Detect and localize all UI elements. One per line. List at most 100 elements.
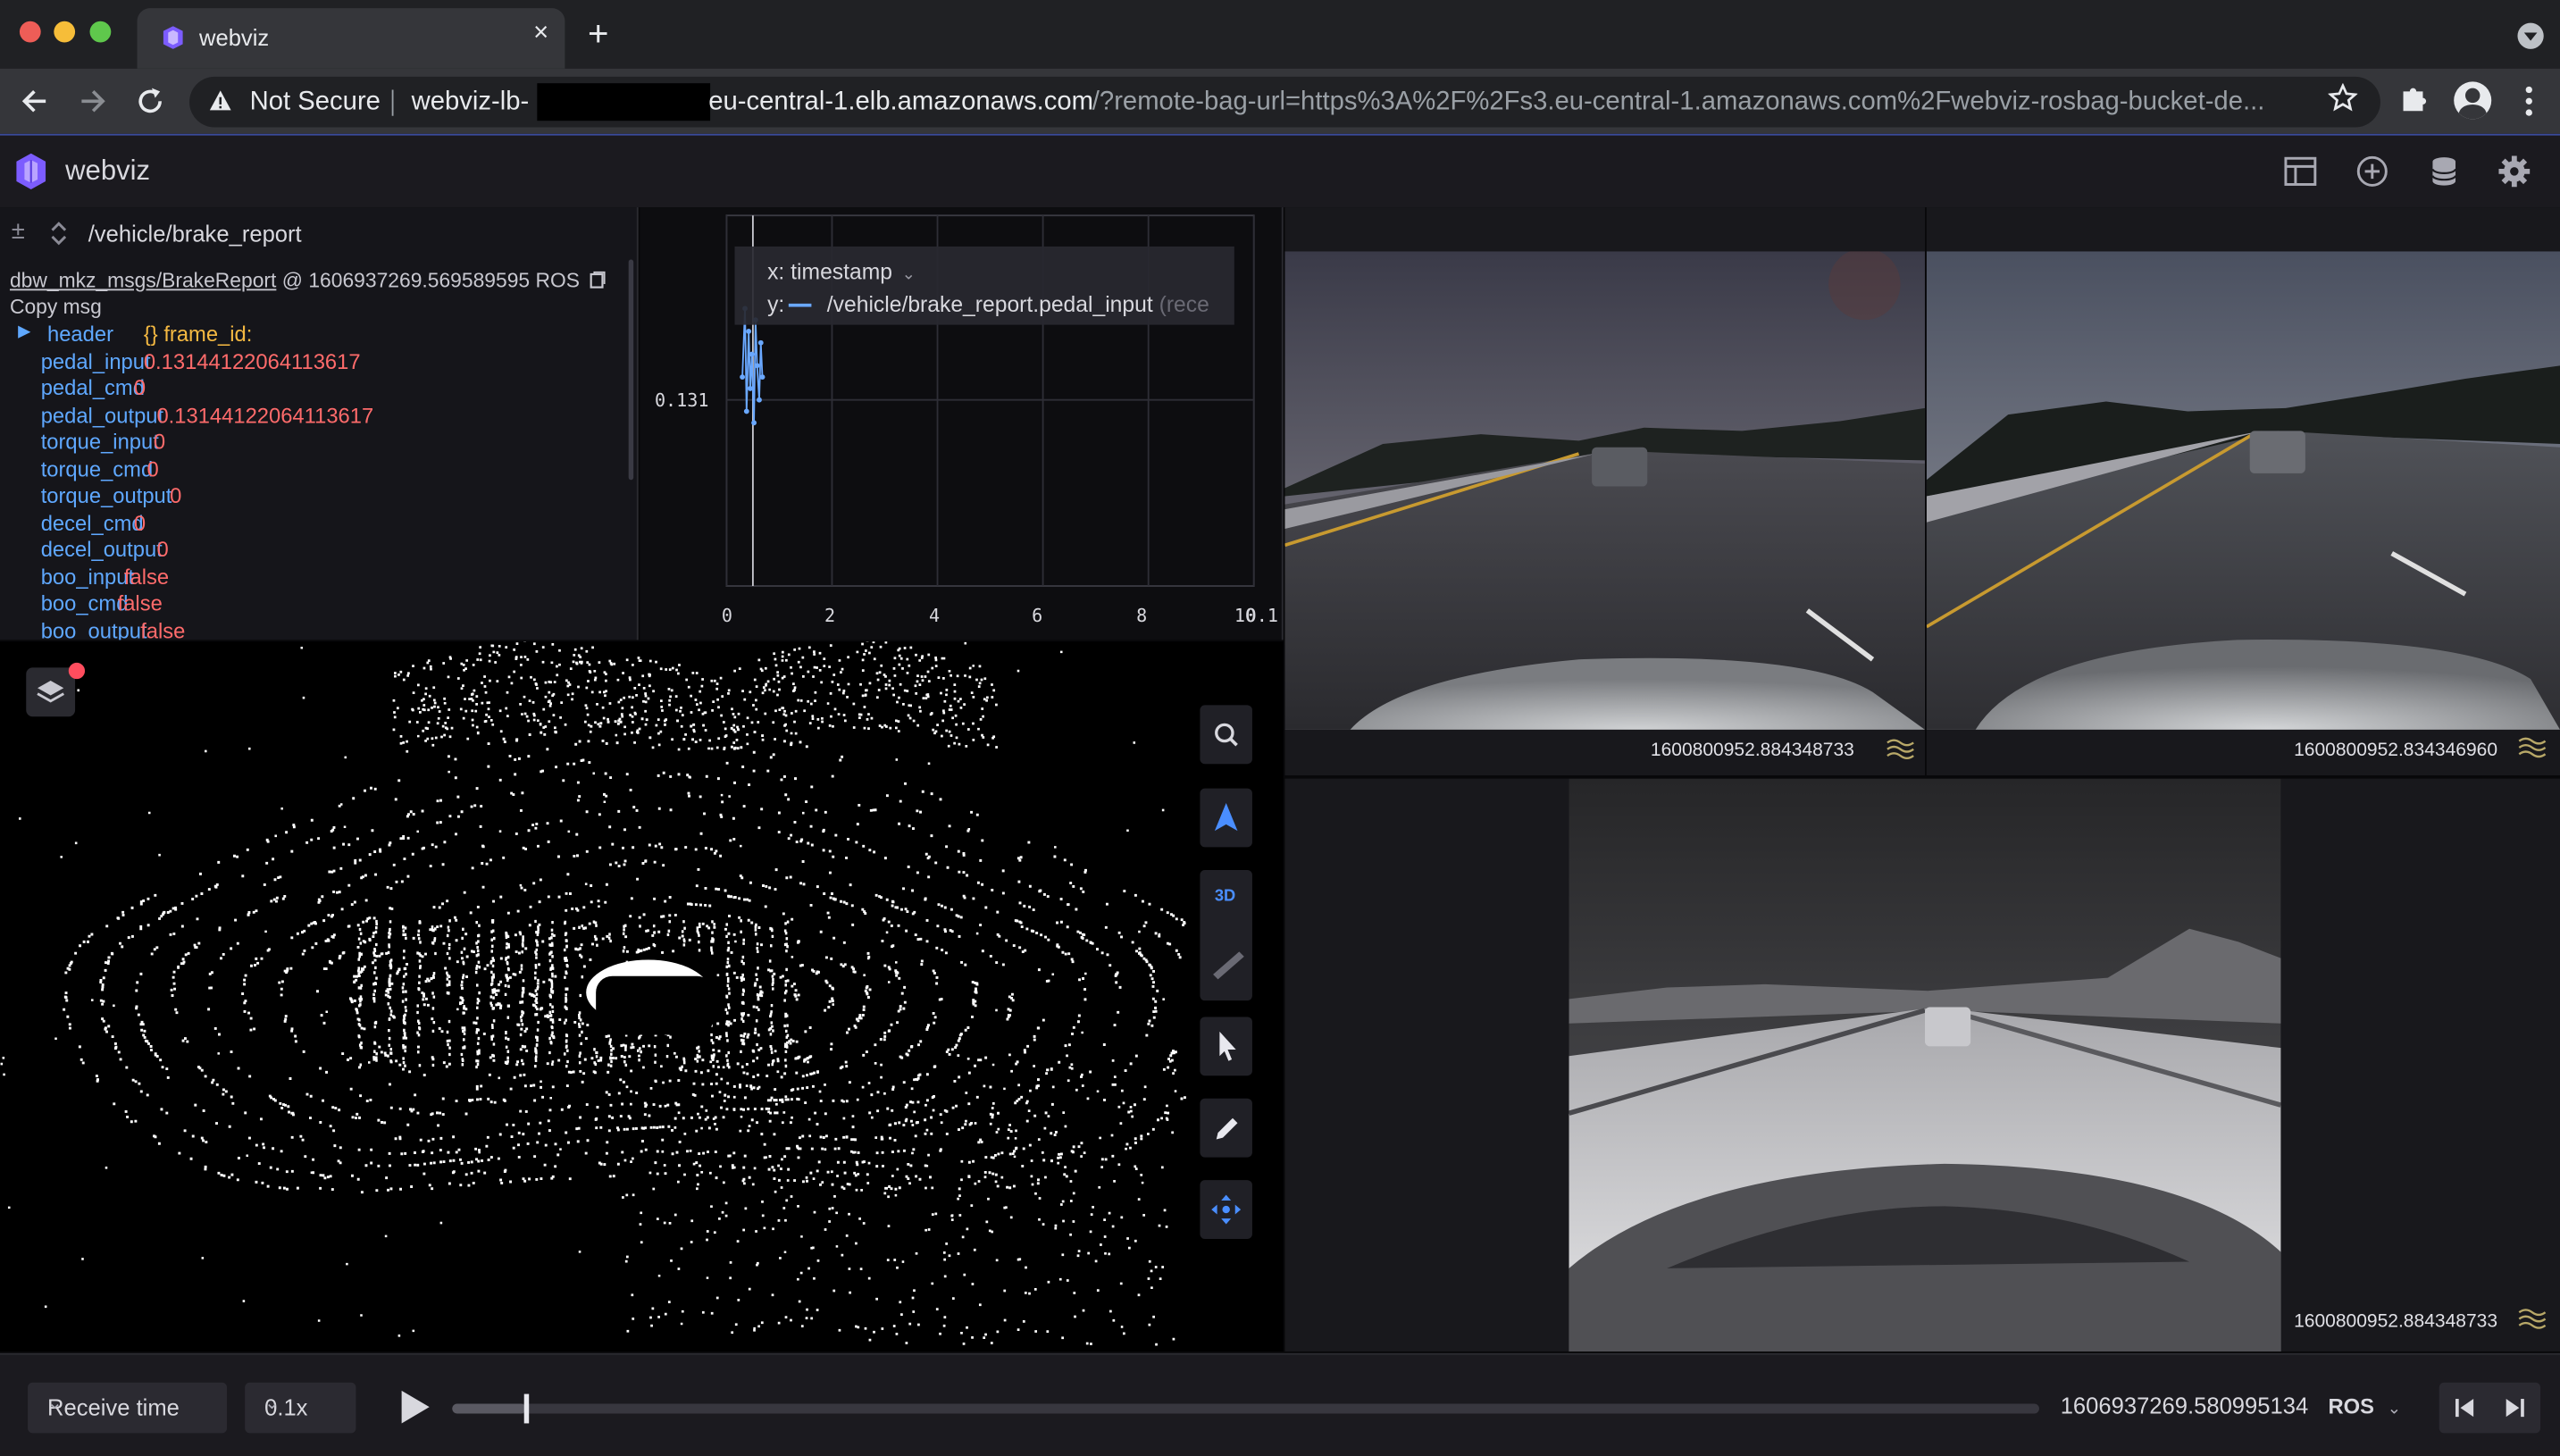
window-zoom-button[interactable] bbox=[89, 21, 112, 43]
copy-msg-button[interactable]: Copy msg bbox=[10, 296, 102, 319]
scrubber-handle[interactable] bbox=[523, 1393, 529, 1424]
chevron-down-icon: ⌄ bbox=[264, 1393, 280, 1414]
tree-value: 0 bbox=[170, 482, 182, 508]
series-point bbox=[743, 408, 749, 414]
tree-row-torque-cmd[interactable]: torque_cmd 0 bbox=[0, 456, 629, 483]
playback-progress bbox=[452, 1403, 526, 1414]
legend-y-series[interactable]: y: /vehicle/brake_report.pedal_input (rec… bbox=[767, 292, 1209, 316]
series-point bbox=[748, 385, 753, 391]
message-meta: dbw_mkz_msgs/BrakeReport @ 1606937269.56… bbox=[10, 270, 605, 293]
waves-icon[interactable] bbox=[1886, 738, 1915, 761]
waves-icon[interactable] bbox=[2517, 1308, 2547, 1331]
tree-row-decel-cmd[interactable]: decel_cmd 0 bbox=[0, 510, 629, 537]
move-arrows-icon bbox=[1211, 1194, 1242, 1225]
camera-image bbox=[1284, 251, 1925, 730]
layers-button[interactable] bbox=[26, 667, 76, 717]
draw-button[interactable] bbox=[1200, 1098, 1252, 1158]
security-status[interactable]: Not Secure bbox=[250, 88, 381, 118]
tree-row-pedal-output[interactable]: pedal_output 0.13144122064113617 bbox=[0, 402, 629, 429]
expand-caret-icon[interactable]: ▶ bbox=[18, 323, 30, 341]
series-swatch bbox=[787, 304, 811, 308]
camera-panel-thermal[interactable]: 1600800952.884348733 bbox=[1284, 778, 2560, 1352]
tree-row-boo-input[interactable]: boo_input false bbox=[0, 564, 629, 590]
tree-row-torque-output[interactable]: torque_output 0 bbox=[0, 483, 629, 510]
time-format-label: ROS bbox=[2328, 1393, 2374, 1418]
tree-key: boo_cmd bbox=[40, 590, 129, 615]
seek-forward-icon[interactable] bbox=[2489, 1383, 2540, 1434]
tree-key: torque_cmd bbox=[40, 456, 154, 481]
time-format-dropdown[interactable]: ROS ⌄ bbox=[2328, 1394, 2400, 1418]
address-separator bbox=[391, 89, 394, 116]
playback-controls: Receive time ⌄ 0.1x ⌄ 1606937269.5809951… bbox=[0, 1352, 2560, 1456]
publish-pose-button[interactable] bbox=[1200, 1180, 1252, 1239]
database-icon[interactable] bbox=[2426, 154, 2462, 189]
playback-scrubber[interactable] bbox=[452, 1393, 2039, 1424]
tree-value: 0 bbox=[133, 510, 146, 535]
tree-key: pedal_output bbox=[40, 402, 164, 427]
chevron-down-icon: ⌄ bbox=[901, 265, 916, 284]
profile-avatar-icon[interactable] bbox=[2454, 81, 2492, 120]
datatype-link[interactable]: dbw_mkz_msgs/BrakeReport bbox=[10, 270, 276, 293]
legend-x-axis[interactable]: x: timestamp ⌄ bbox=[767, 260, 916, 284]
camera-panel-front-right[interactable]: 1600800952.834346960 bbox=[1926, 207, 2560, 775]
url-domain: eu-central-1.elb.amazonaws.com bbox=[708, 88, 1094, 116]
expand-collapse-icon[interactable] bbox=[49, 219, 69, 248]
tree-row-pedal-cmd[interactable]: pedal_cmd 0 bbox=[0, 375, 629, 402]
raw-messages-panel: ± /vehicle/brake_report dbw_mkz_msgs/Bra… bbox=[0, 207, 639, 640]
legend-x-value: timestamp bbox=[791, 259, 893, 284]
diff-toggle-icon[interactable]: ± bbox=[12, 217, 25, 245]
layout-icon[interactable] bbox=[2282, 154, 2318, 189]
browser-tab[interactable]: webviz × bbox=[137, 8, 565, 69]
window-close-button[interactable] bbox=[19, 21, 41, 43]
series-point bbox=[749, 351, 755, 357]
3d-toggle-icon[interactable]: 3D bbox=[1215, 888, 1235, 906]
tree-row-decel-output[interactable]: decel_output 0 bbox=[0, 537, 629, 564]
time-mode-dropdown[interactable]: Receive time ⌄ bbox=[28, 1382, 228, 1434]
camera-mode-control[interactable]: 3D bbox=[1200, 869, 1252, 1001]
tree-value: false bbox=[140, 617, 186, 640]
tree-value: false bbox=[117, 590, 163, 615]
redaction-box bbox=[537, 83, 711, 121]
address-bar[interactable]: Not Secure webviz-lb- eu-central-1.elb.a… bbox=[189, 76, 2380, 128]
waves-icon[interactable] bbox=[2517, 736, 2547, 759]
3d-panel[interactable]: 3D bbox=[0, 641, 1284, 1352]
x-tick-label: 0 bbox=[721, 605, 732, 627]
new-tab-button[interactable]: + bbox=[588, 15, 609, 52]
speed-dropdown[interactable]: 0.1x ⌄ bbox=[245, 1382, 356, 1434]
bookmark-star-icon[interactable] bbox=[2328, 83, 2358, 113]
settings-gear-icon[interactable] bbox=[2497, 154, 2532, 189]
back-arrow-icon[interactable] bbox=[20, 87, 49, 116]
search-button[interactable] bbox=[1200, 705, 1252, 765]
close-tab-icon[interactable]: × bbox=[533, 20, 548, 49]
series-point bbox=[757, 339, 764, 346]
tree-row-boo-cmd[interactable]: boo_cmd false bbox=[0, 591, 629, 618]
ruler-icon[interactable] bbox=[1200, 935, 1251, 1000]
plot-legend: x: timestamp ⌄ y: /vehicle/brake_report.p… bbox=[734, 246, 1234, 325]
tree-row-boo-output[interactable]: boo_output false bbox=[0, 618, 629, 640]
copy-icon[interactable] bbox=[589, 271, 605, 289]
series-point bbox=[751, 420, 757, 426]
tree-row-torque-input[interactable]: torque_input 0 bbox=[0, 430, 629, 456]
tree-value: 0.13144122064113617 bbox=[143, 348, 361, 373]
select-button[interactable] bbox=[1200, 1017, 1252, 1076]
camera-timestamp: 1600800952.884348733 bbox=[1650, 741, 1854, 761]
follow-orientation-button[interactable] bbox=[1200, 788, 1252, 848]
layers-icon bbox=[37, 681, 65, 703]
tree-row-pedal-input[interactable]: pedal_input 0.13144122064113617 bbox=[0, 348, 629, 375]
tab-search-icon[interactable] bbox=[2517, 22, 2544, 49]
reload-icon[interactable] bbox=[136, 87, 165, 116]
seek-backward-icon[interactable] bbox=[2439, 1383, 2490, 1434]
camera-panel-front-left[interactable]: 1600800952.884348733 bbox=[1284, 207, 1925, 775]
browser-menu-icon[interactable] bbox=[2525, 86, 2532, 121]
add-panel-icon[interactable] bbox=[2355, 154, 2390, 189]
point-cloud[interactable] bbox=[0, 641, 1284, 1351]
extensions-puzzle-icon[interactable] bbox=[2398, 81, 2431, 114]
topic-path-input[interactable]: /vehicle/brake_report bbox=[88, 221, 302, 247]
tree-row-header[interactable]: ▶ header {} frame_id: bbox=[0, 322, 629, 348]
tree-key: header bbox=[47, 321, 114, 347]
webviz-logo-icon bbox=[16, 153, 46, 189]
play-icon[interactable] bbox=[401, 1390, 430, 1424]
forward-arrow-icon[interactable] bbox=[79, 87, 108, 116]
scrollbar[interactable] bbox=[628, 259, 634, 481]
window-minimize-button[interactable] bbox=[54, 21, 76, 43]
